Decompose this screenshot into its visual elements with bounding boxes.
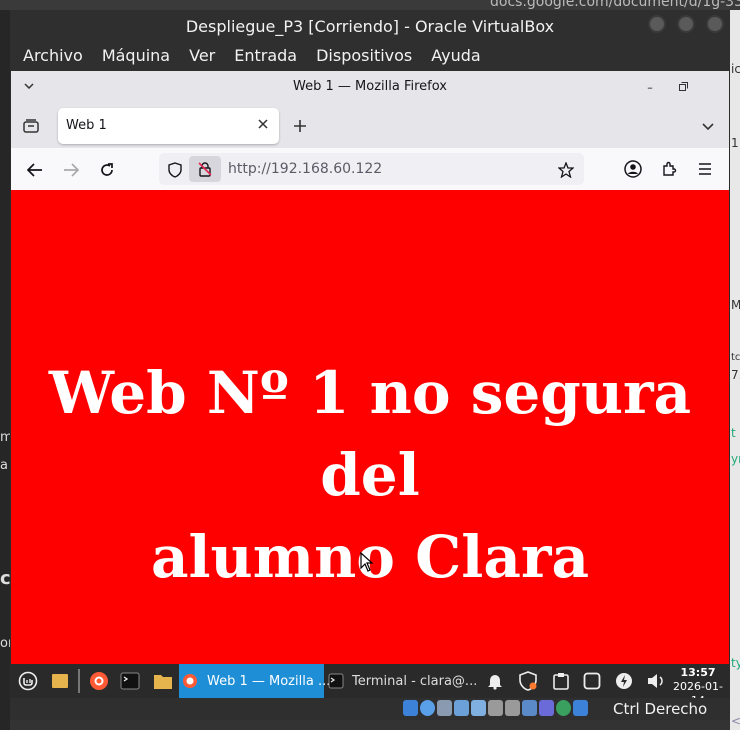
url-text[interactable]: http://192.168.60.122 [228, 153, 382, 185]
host-text-fragment: yr [731, 452, 740, 466]
host-browser-url: docs.google.com/document/d/1g-33mu [490, 0, 740, 10]
host-background-left [0, 10, 10, 730]
host-text-fragment: or [0, 636, 10, 651]
clock-time: 13:57 [680, 666, 716, 679]
terminal-window-icon [327, 664, 345, 698]
hard-disk-icon[interactable] [403, 700, 418, 716]
taskbar-window-terminal[interactable]: Terminal - clara@... [352, 664, 477, 698]
vbox-menu-bar: Archivo Máquina Ver Entrada Dispositivos… [10, 43, 730, 68]
extensions-icon[interactable] [659, 159, 679, 179]
mouse-cursor-icon [360, 551, 374, 576]
menu-ver[interactable]: Ver [189, 46, 215, 65]
list-all-tabs-icon[interactable] [699, 117, 717, 135]
power-icon[interactable] [613, 664, 635, 698]
show-desktop-icon[interactable] [48, 664, 72, 698]
files-launcher-icon[interactable] [151, 664, 175, 698]
host-text-fragment: ic [731, 62, 740, 76]
clipboard-icon[interactable] [550, 664, 572, 698]
host-text-fragment: 1 [731, 136, 739, 150]
host-text-fragment: ty [731, 656, 740, 670]
account-icon[interactable] [623, 159, 643, 179]
host-text-fragment: m [0, 430, 10, 445]
terminal-launcher-icon[interactable] [118, 664, 142, 698]
firefox-window-icon [181, 664, 199, 698]
audio-icon[interactable] [437, 700, 452, 716]
vbox-device-indicators [403, 700, 588, 716]
shared-folders-icon[interactable] [488, 700, 503, 716]
update-shield-icon[interactable] [516, 664, 540, 698]
reload-icon[interactable] [97, 160, 117, 180]
mouse-integration-icon[interactable] [556, 700, 571, 716]
vm-icon[interactable] [539, 700, 554, 716]
host-text-fragment: cl [0, 568, 10, 589]
menu-dispositivos[interactable]: Dispositivos [316, 46, 412, 65]
menu-archivo[interactable]: Archivo [23, 46, 83, 65]
firefox-window-title: Web 1 — Mozilla Firefox [293, 79, 447, 94]
forward-icon[interactable] [61, 160, 81, 180]
tab-manager-icon[interactable] [21, 116, 41, 136]
shield-icon[interactable] [165, 160, 185, 180]
host-text-fragment: 7. [731, 368, 740, 382]
menu-hamburger-icon[interactable] [695, 159, 715, 179]
vbox-title-bar: Despliegue_P3 [Corriendo] - Oracle Virtu… [10, 10, 730, 43]
menu-ayuda[interactable]: Ayuda [431, 46, 480, 65]
firefox-restore-icon[interactable] [676, 79, 690, 93]
notifications-bell-icon[interactable] [484, 664, 506, 698]
tab-title: Web 1 [66, 118, 107, 133]
host-text-fragment: a [0, 458, 8, 473]
menu-maquina[interactable]: Máquina [102, 46, 170, 65]
vbox-minimize-button[interactable] [648, 15, 666, 33]
workspace-icon[interactable] [581, 664, 603, 698]
vbox-maximize-button[interactable] [677, 15, 695, 33]
bookmark-star-icon[interactable] [556, 160, 576, 180]
host-text-fragment: t [731, 426, 736, 440]
vbox-window-title: Despliegue_P3 [Corriendo] - Oracle Virtu… [185, 17, 555, 36]
volume-icon[interactable] [644, 664, 668, 698]
tab-close-icon[interactable] [255, 116, 271, 132]
firefox-title-bar: Web 1 — Mozilla Firefox [11, 71, 729, 103]
vbox-bottom-edge [10, 720, 730, 730]
taskbar-separator [78, 669, 80, 693]
new-tab-icon[interactable] [291, 117, 309, 135]
taskbar-firefox-label: Web 1 — Mozilla ... [207, 673, 331, 689]
vbox-close-button[interactable] [706, 15, 724, 33]
optical-drive-icon[interactable] [420, 700, 435, 716]
host-text-fragment: tca [731, 352, 740, 363]
menu-entrada[interactable]: Entrada [234, 46, 297, 65]
headline-line-1: Web Nº 1 no segura del [48, 359, 692, 509]
firefox-launcher-icon[interactable] [87, 664, 111, 698]
host-text-fragment: </body> [731, 714, 740, 728]
mint-menu-icon[interactable] [15, 664, 41, 698]
host-text-fragment: Ma [731, 298, 740, 312]
chevron-down-icon[interactable] [20, 77, 38, 95]
insecure-lock-icon[interactable] [189, 156, 221, 182]
keyboard-capture-icon[interactable] [573, 700, 588, 716]
firefox-minimize-icon[interactable]: – [643, 80, 657, 94]
usb-icon[interactable] [471, 700, 486, 716]
host-key-label: Ctrl Derecho [613, 700, 708, 718]
display-icon[interactable] [505, 700, 520, 716]
network-icon[interactable] [454, 700, 469, 716]
recording-icon[interactable] [522, 700, 537, 716]
back-icon[interactable] [25, 160, 45, 180]
